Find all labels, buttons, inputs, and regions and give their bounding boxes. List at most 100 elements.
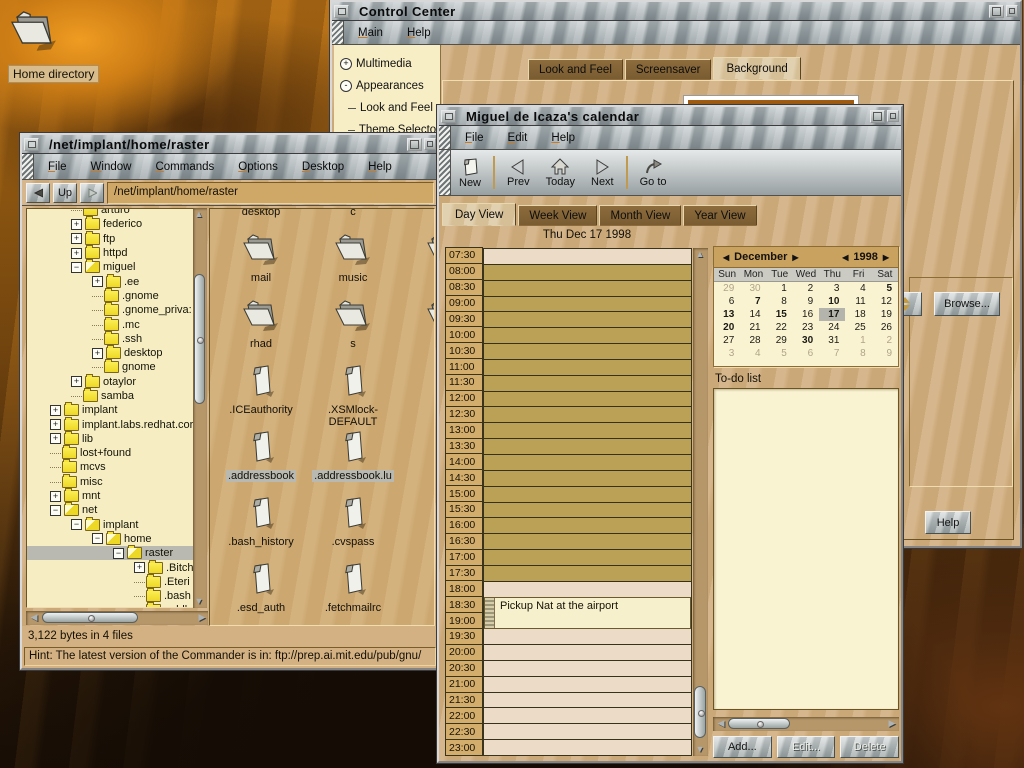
day-cell-13[interactable]: 13 (714, 308, 740, 321)
schedule-row-17:00[interactable] (484, 550, 691, 566)
file-.bash_history[interactable]: .bash_history (215, 496, 307, 562)
control-center-tab-look-and-feel[interactable]: Look and Feel (528, 59, 623, 80)
tree-item-.gnome[interactable]: .gnome (27, 289, 193, 303)
file-c[interactable]: c (307, 208, 399, 232)
tree-item-.gnome_priva:[interactable]: .gnome_priva: (27, 303, 193, 317)
calendar-menu-file[interactable]: File (463, 132, 486, 144)
tree-item-httpd[interactable]: +httpd (27, 246, 193, 260)
file-g[interactable]: g (399, 208, 435, 232)
day-cell-20[interactable]: 20 (714, 321, 740, 334)
window-menu-button[interactable] (441, 110, 456, 123)
tree-item-gnome[interactable]: gnome (27, 360, 193, 374)
toolbar-drag-handle[interactable] (439, 150, 451, 195)
category-multimedia[interactable]: +Multimedia (334, 53, 440, 75)
tree-item-ftp[interactable]: +ftp (27, 232, 193, 246)
day-cell-4-other[interactable]: 4 (740, 347, 766, 360)
day-cell-21[interactable]: 21 (740, 321, 766, 334)
maximize-button[interactable] (407, 138, 422, 151)
day-cell-5[interactable]: 5 (872, 282, 898, 295)
schedule-row-12:30[interactable] (484, 407, 691, 423)
file-mail[interactable]: mail (215, 232, 307, 298)
schedule-row-15:00[interactable] (484, 487, 691, 503)
file-s[interactable]: s (399, 298, 435, 364)
schedule-row-11:00[interactable] (484, 360, 691, 376)
day-cell-28[interactable]: 28 (740, 334, 766, 347)
tree-item-federico[interactable]: +federico (27, 217, 193, 231)
tree-item-.Eteri[interactable]: .Eteri (27, 575, 193, 589)
tree-item-.ee[interactable]: +.ee (27, 274, 193, 288)
schedule-row-13:30[interactable] (484, 439, 691, 455)
schedule-row-11:30[interactable] (484, 376, 691, 392)
tree-item-net[interactable]: −net (27, 503, 193, 517)
tree-item-desktop[interactable]: +desktop (27, 346, 193, 360)
file-manager-menu-help[interactable]: Help (366, 161, 394, 173)
schedule-row-07:30[interactable] (484, 249, 691, 265)
file-manager-menu-file[interactable]: File (46, 161, 69, 173)
schedule-row-22:00[interactable] (484, 708, 691, 724)
schedule-row-23:00[interactable] (484, 740, 691, 755)
day-cell-19[interactable]: 19 (872, 308, 898, 321)
tree-item-implant[interactable]: +implant (27, 403, 193, 417)
file-music[interactable]: music (307, 232, 399, 298)
file-.fv[interactable]: .fv (399, 562, 435, 626)
scroll-down-icon[interactable]: ▼ (694, 745, 706, 754)
day-cell-11[interactable]: 11 (845, 295, 871, 308)
tree-item-.cddb[interactable]: .cddb (27, 603, 193, 608)
calendar-tab-year-view[interactable]: Year View (683, 205, 756, 226)
schedule-row-13:00[interactable] (484, 423, 691, 439)
day-cell-8[interactable]: 8 (767, 295, 793, 308)
maximize-button[interactable] (989, 5, 1004, 18)
schedule-row-18:00[interactable] (484, 582, 691, 598)
schedule-row-17:30[interactable] (484, 566, 691, 582)
day-cell-2-other[interactable]: 2 (872, 334, 898, 347)
shade-button[interactable] (1006, 5, 1018, 17)
scroll-down-icon[interactable]: ▼ (193, 597, 205, 606)
file-.esd_auth[interactable]: .esd_auth (215, 562, 307, 626)
day-cell-29-other[interactable]: 29 (714, 282, 740, 295)
schedule-row-08:30[interactable] (484, 281, 691, 297)
day-cell-2[interactable]: 2 (793, 282, 819, 295)
add-button[interactable]: Add... (713, 736, 772, 758)
file-.addressbook.lu[interactable]: .addressbook.lu (307, 430, 399, 496)
tree-item-lost+found[interactable]: lost+found (27, 446, 193, 460)
file-.Xau[interactable]: .Xau (399, 364, 435, 430)
calendar-titlebar[interactable]: Miguel de Icaza's calendar (439, 107, 901, 126)
file-manager-titlebar[interactable]: /net/implant/home/raster (22, 135, 438, 154)
tree-item-home[interactable]: −home (27, 532, 193, 546)
schedule-row-15:30[interactable] (484, 503, 691, 519)
file-manager-menu-desktop[interactable]: Desktop (300, 161, 346, 173)
menubar-drag-handle[interactable] (332, 21, 344, 44)
day-cell-31[interactable]: 31 (819, 334, 845, 347)
prev-month-icon[interactable]: ◀ (720, 253, 732, 262)
day-cell-7-other[interactable]: 7 (819, 347, 845, 360)
day-cell-23[interactable]: 23 (793, 321, 819, 334)
schedule-row-12:00[interactable] (484, 392, 691, 408)
file-.XSMlock-DEFAULT[interactable]: .XSMlock-DEFAULT (307, 364, 399, 430)
prev-year-icon[interactable]: ◀ (839, 253, 851, 262)
window-menu-button[interactable] (24, 138, 39, 151)
day-cell-18[interactable]: 18 (845, 308, 871, 321)
control-center-tab-background[interactable]: Background (713, 57, 800, 80)
day-cell-15[interactable]: 15 (767, 308, 793, 321)
file-.cvspass[interactable]: .cvspass (307, 496, 399, 562)
todo-list[interactable] (713, 388, 899, 710)
tree-item-lib[interactable]: +lib (27, 432, 193, 446)
next-button[interactable]: Next (583, 150, 622, 195)
edit-button[interactable]: Edit... (777, 736, 836, 758)
tree-item-otaylor[interactable]: +otaylor (27, 375, 193, 389)
schedule-row-10:30[interactable] (484, 344, 691, 360)
day-cell-24[interactable]: 24 (819, 321, 845, 334)
schedule-row-22:30[interactable] (484, 724, 691, 740)
help-button[interactable]: Help (925, 511, 971, 534)
control-center-tab-screensaver[interactable]: Screensaver (625, 59, 712, 80)
back-button[interactable] (26, 183, 50, 203)
tree-item-misc[interactable]: misc (27, 475, 193, 489)
day-schedule[interactable]: Pickup Nat at the airport (483, 248, 692, 756)
day-cell-27[interactable]: 27 (714, 334, 740, 347)
tree-item-arturo[interactable]: arturo (27, 208, 193, 217)
day-cell-30[interactable]: 30 (793, 334, 819, 347)
schedule-row-09:00[interactable] (484, 297, 691, 313)
up-button[interactable]: Up (53, 183, 77, 203)
tree-item-miguel[interactable]: −miguel (27, 260, 193, 274)
schedule-row-14:30[interactable] (484, 471, 691, 487)
